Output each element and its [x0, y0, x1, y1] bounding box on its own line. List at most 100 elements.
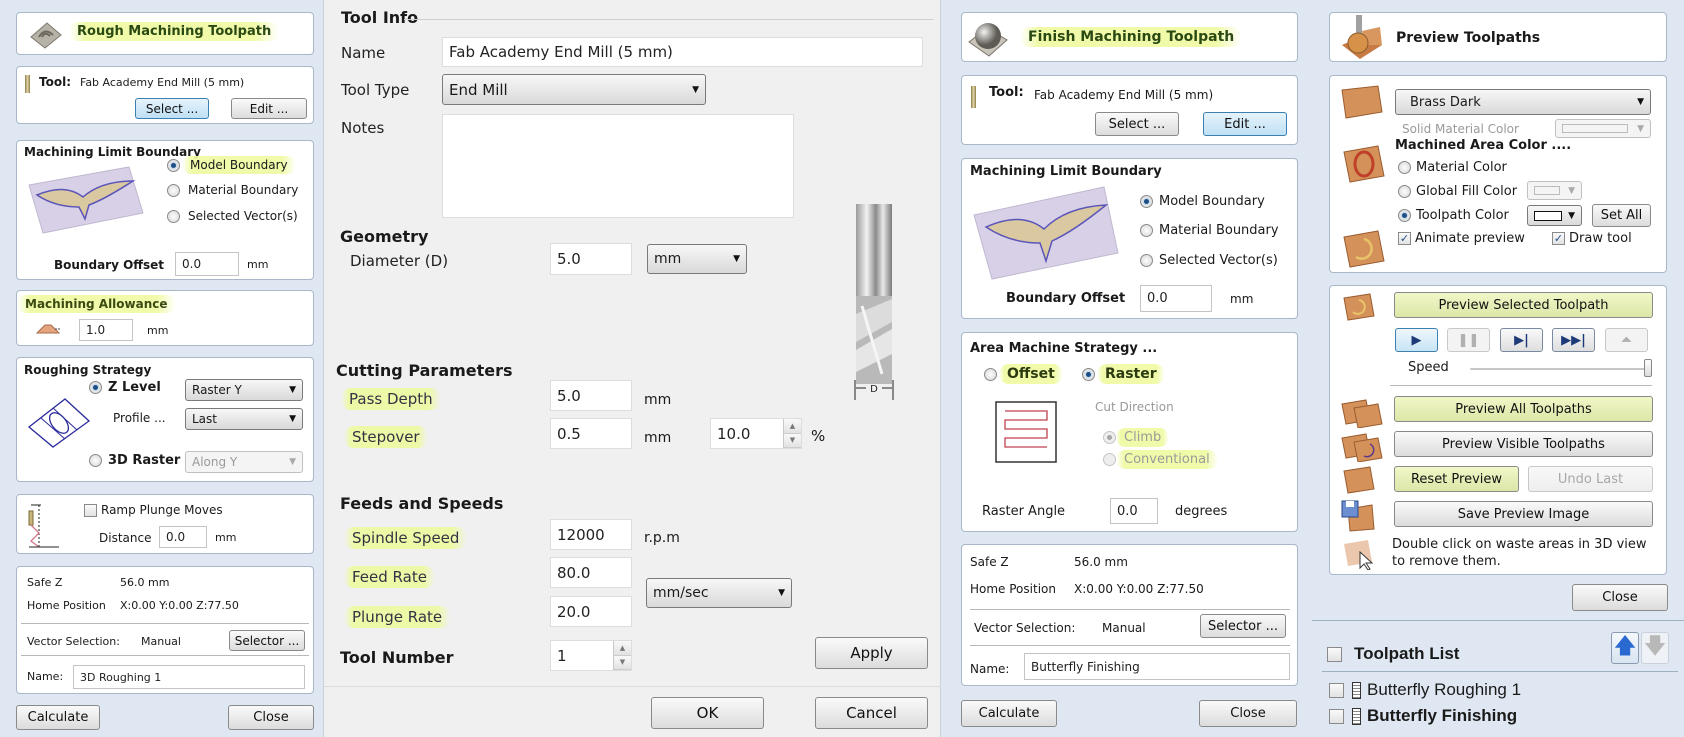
radio-button[interactable]	[1398, 185, 1411, 198]
diameter-unit-select[interactable]: mm ▼	[647, 244, 747, 274]
rough-radio-selected-vectors[interactable]: Selected Vector(s)	[167, 209, 298, 223]
play-button[interactable]: ▶	[1395, 328, 1438, 352]
toolpath-list-item[interactable]: Butterfly Roughing 1	[1329, 680, 1521, 700]
notes-textarea[interactable]	[442, 114, 794, 218]
spin-up-icon[interactable]: ▲	[614, 641, 631, 656]
radio-global-fill-color[interactable]: Global Fill Color	[1398, 184, 1517, 199]
close-button[interactable]: Close	[228, 705, 314, 730]
radio-button[interactable]	[1103, 453, 1116, 466]
calculate-button[interactable]: Calculate	[961, 700, 1057, 727]
radio-conventional[interactable]: Conventional	[1103, 450, 1218, 469]
checkbox[interactable]	[84, 503, 97, 517]
select-tool-button[interactable]: Select ...	[135, 98, 209, 119]
radio-button[interactable]	[167, 158, 180, 172]
pause-button[interactable]: ❚❚	[1447, 328, 1490, 352]
raster-angle-input[interactable]: 0.0	[1110, 498, 1158, 524]
toolpath-list-select-all[interactable]: Toolpath List	[1327, 644, 1459, 664]
preview-visible-toolpaths-button[interactable]: Preview Visible Toolpaths	[1394, 431, 1653, 457]
reset-preview-button[interactable]: Reset Preview	[1394, 466, 1519, 492]
go-to-top-button[interactable]: ⏶	[1605, 328, 1648, 352]
solid-material-color-picker[interactable]: ▼	[1555, 119, 1651, 138]
cancel-button[interactable]: Cancel	[815, 697, 928, 729]
boundary-offset-input[interactable]: 0.0	[1140, 285, 1212, 312]
checkbox[interactable]	[1327, 646, 1342, 662]
checkbox[interactable]	[1329, 708, 1344, 724]
selector-button[interactable]: Selector ...	[1200, 614, 1286, 638]
tool-name-input[interactable]: Fab Academy End Mill (5 mm)	[442, 37, 923, 67]
radio-offset[interactable]: Offset	[984, 364, 1063, 384]
finish-radio-selected-vectors[interactable]: Selected Vector(s)	[1140, 253, 1278, 268]
animate-preview-checkbox[interactable]: ✓ Animate preview	[1398, 231, 1525, 246]
select-tool-button[interactable]: Select ...	[1095, 112, 1179, 136]
stepover-input[interactable]: 0.5	[550, 418, 632, 449]
diameter-input[interactable]: 5.0	[550, 243, 632, 275]
radio-button[interactable]	[167, 209, 180, 223]
allowance-input[interactable]: 1.0	[79, 319, 133, 341]
radio-raster[interactable]: Raster	[1082, 364, 1165, 384]
preview-all-toolpaths-button[interactable]: Preview All Toolpaths	[1394, 396, 1653, 422]
radio-button[interactable]	[1140, 224, 1153, 237]
radio-button[interactable]	[89, 454, 102, 467]
pass-depth-input[interactable]: 5.0	[550, 380, 632, 411]
close-button[interactable]: Close	[1199, 700, 1297, 727]
move-up-button[interactable]: 🡅	[1611, 632, 1639, 664]
toolpath-name-input[interactable]: Butterfly Finishing	[1024, 653, 1290, 680]
tool-number-spinner[interactable]: 1 ▲ ▼	[550, 640, 632, 671]
toolpath-color-picker[interactable]: ▼	[1527, 205, 1582, 226]
rough-radio-model-boundary[interactable]: Model Boundary	[167, 156, 296, 174]
speed-slider-track[interactable]	[1470, 368, 1652, 370]
edit-tool-button[interactable]: Edit ...	[231, 98, 307, 119]
spin-up-icon[interactable]: ▲	[784, 419, 801, 434]
move-down-button[interactable]: 🡇	[1641, 632, 1669, 664]
radio-button[interactable]	[1398, 209, 1411, 222]
checkbox[interactable]: ✓	[1552, 232, 1565, 245]
feed-rate-input[interactable]: 80.0	[550, 557, 632, 588]
undo-last-button[interactable]: Undo Last	[1528, 466, 1653, 492]
checkbox[interactable]	[1329, 682, 1344, 698]
spin-down-icon[interactable]: ▼	[614, 655, 631, 670]
selector-button[interactable]: Selector ...	[229, 630, 305, 651]
raster-direction-select[interactable]: Along Y ▼	[185, 451, 303, 473]
profile-select[interactable]: Last ▼	[185, 408, 303, 430]
skip-to-end-button[interactable]: ▶▶|	[1552, 328, 1595, 352]
rate-unit-select[interactable]: mm/sec ▼	[646, 578, 792, 608]
apply-button[interactable]: Apply	[815, 637, 928, 669]
material-select[interactable]: Brass Dark ▼	[1395, 89, 1651, 115]
toolpath-name-input[interactable]: 3D Roughing 1	[73, 665, 305, 689]
preview-selected-toolpath-button[interactable]: Preview Selected Toolpath	[1394, 292, 1653, 318]
boundary-offset-input[interactable]: 0.0	[175, 252, 239, 276]
radio-button[interactable]	[1398, 161, 1411, 174]
rough-radio-material-boundary[interactable]: Material Boundary	[167, 183, 298, 197]
radio-material-color[interactable]: Material Color	[1398, 160, 1507, 175]
stepover-percent-spinner[interactable]: 10.0 ▲ ▼	[710, 418, 802, 449]
plunge-rate-input[interactable]: 20.0	[550, 596, 632, 627]
ramp-distance-input[interactable]: 0.0	[159, 526, 207, 548]
spinner-arrows[interactable]: ▲ ▼	[783, 419, 801, 448]
set-all-button[interactable]: Set All	[1592, 204, 1651, 227]
toolpath-list-item[interactable]: Butterfly Finishing	[1329, 706, 1517, 726]
radio-button[interactable]	[167, 183, 180, 197]
radio-button[interactable]	[1140, 254, 1153, 267]
tool-type-select[interactable]: End Mill ▼	[442, 74, 706, 105]
calculate-button[interactable]: Calculate	[16, 705, 100, 730]
speed-slider-thumb[interactable]	[1644, 359, 1652, 377]
ramp-plunge-checkbox[interactable]: Ramp Plunge Moves	[84, 503, 223, 517]
radio-toolpath-color[interactable]: Toolpath Color	[1398, 208, 1509, 223]
radio-button[interactable]	[1103, 431, 1116, 444]
checkbox[interactable]: ✓	[1398, 232, 1411, 245]
radio-3d-raster[interactable]: 3D Raster	[89, 453, 180, 468]
draw-tool-checkbox[interactable]: ✓ Draw tool	[1552, 231, 1632, 246]
preview-close-button[interactable]: Close	[1572, 584, 1668, 611]
radio-button[interactable]	[984, 367, 997, 381]
step-forward-button[interactable]: ▶|	[1500, 328, 1543, 352]
spin-down-icon[interactable]: ▼	[784, 433, 801, 448]
radio-z-level[interactable]: Z Level	[89, 380, 161, 395]
radio-button[interactable]	[1082, 367, 1095, 381]
spindle-speed-input[interactable]: 12000	[550, 519, 632, 550]
finish-radio-model-boundary[interactable]: Model Boundary	[1140, 194, 1265, 209]
edit-tool-button[interactable]: Edit ...	[1203, 112, 1287, 136]
global-fill-color-picker[interactable]: ▼	[1527, 181, 1582, 200]
save-preview-image-button[interactable]: Save Preview Image	[1394, 501, 1653, 527]
finish-radio-material-boundary[interactable]: Material Boundary	[1140, 223, 1279, 238]
spinner-arrows[interactable]: ▲ ▼	[613, 641, 631, 670]
